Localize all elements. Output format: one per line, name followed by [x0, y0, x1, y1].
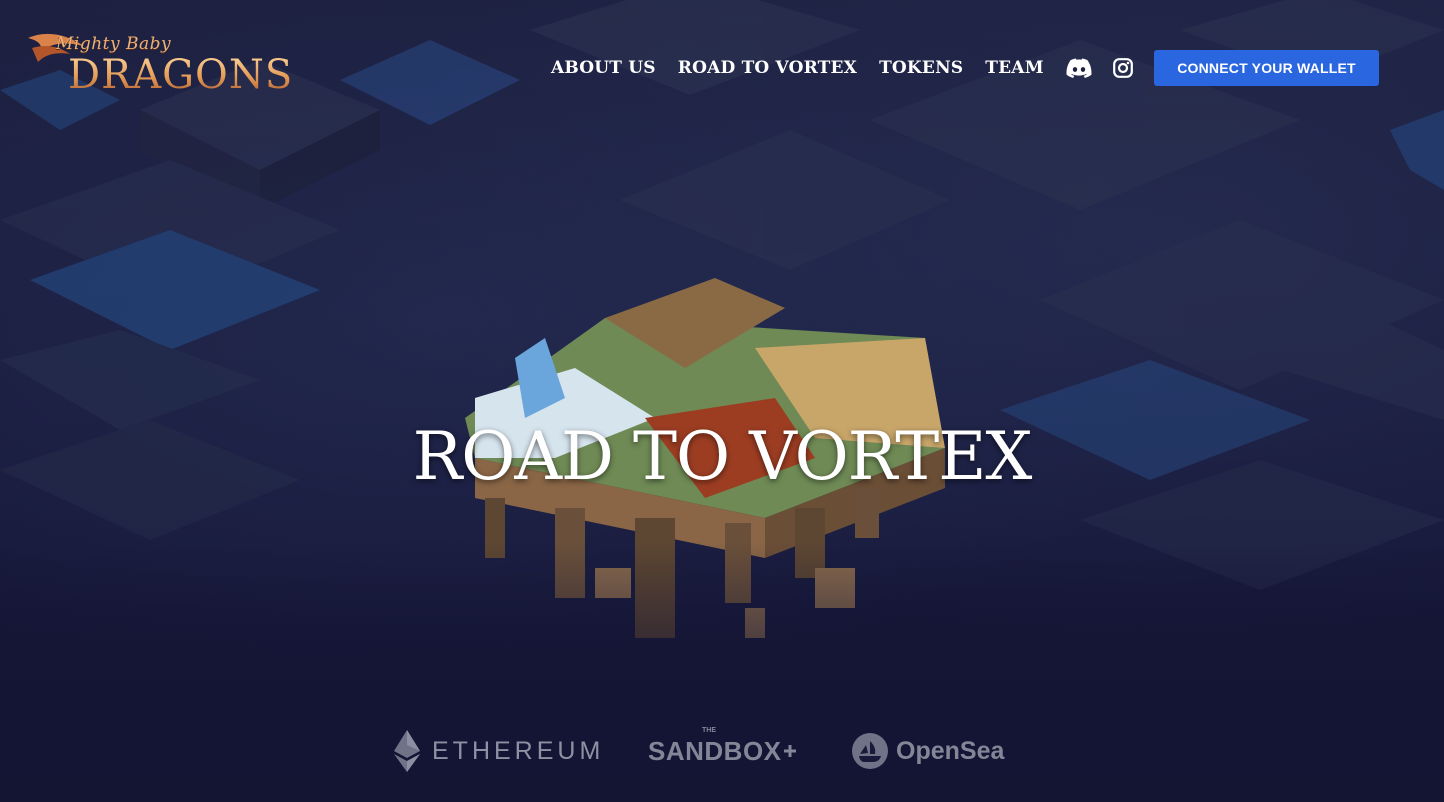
instagram-icon[interactable] — [1110, 57, 1136, 79]
ethereum-logo[interactable]: ETHEREUM — [394, 728, 604, 774]
site-header: Mighty Baby DRAGONS ABOUT US ROAD TO VOR… — [0, 0, 1444, 130]
logo-subtitle: Mighty Baby — [56, 34, 172, 54]
ethereum-icon — [394, 730, 420, 772]
sandbox-the-label: THE — [702, 726, 716, 734]
connect-wallet-button[interactable]: CONNECT YOUR WALLET — [1154, 50, 1379, 86]
hero-title: ROAD TO VORTEX — [412, 418, 1033, 495]
plus-icon — [783, 745, 796, 757]
nav-about-us[interactable]: ABOUT US — [551, 58, 656, 78]
discord-icon[interactable] — [1066, 57, 1092, 79]
sandbox-logo[interactable]: THE SANDBOX — [648, 726, 796, 774]
ethereum-wordmark: ETHEREUM — [432, 736, 605, 765]
brand-logo[interactable]: Mighty Baby DRAGONS — [26, 30, 292, 105]
logo-title: DRAGONS — [68, 52, 294, 98]
partner-logos: ETHEREUM THE SANDBOX OpenSea — [0, 726, 1444, 778]
opensea-wordmark: OpenSea — [896, 736, 1005, 765]
sandbox-wordmark: SANDBOX — [648, 735, 782, 766]
nav-team[interactable]: TEAM — [985, 58, 1043, 78]
nav-tokens[interactable]: TOKENS — [879, 58, 963, 78]
main-nav: ABOUT US ROAD TO VORTEX TOKENS TEAM — [551, 57, 1198, 79]
opensea-icon — [852, 733, 888, 769]
opensea-logo[interactable]: OpenSea — [852, 728, 1004, 774]
nav-road-to-vortex[interactable]: ROAD TO VORTEX — [678, 58, 857, 78]
